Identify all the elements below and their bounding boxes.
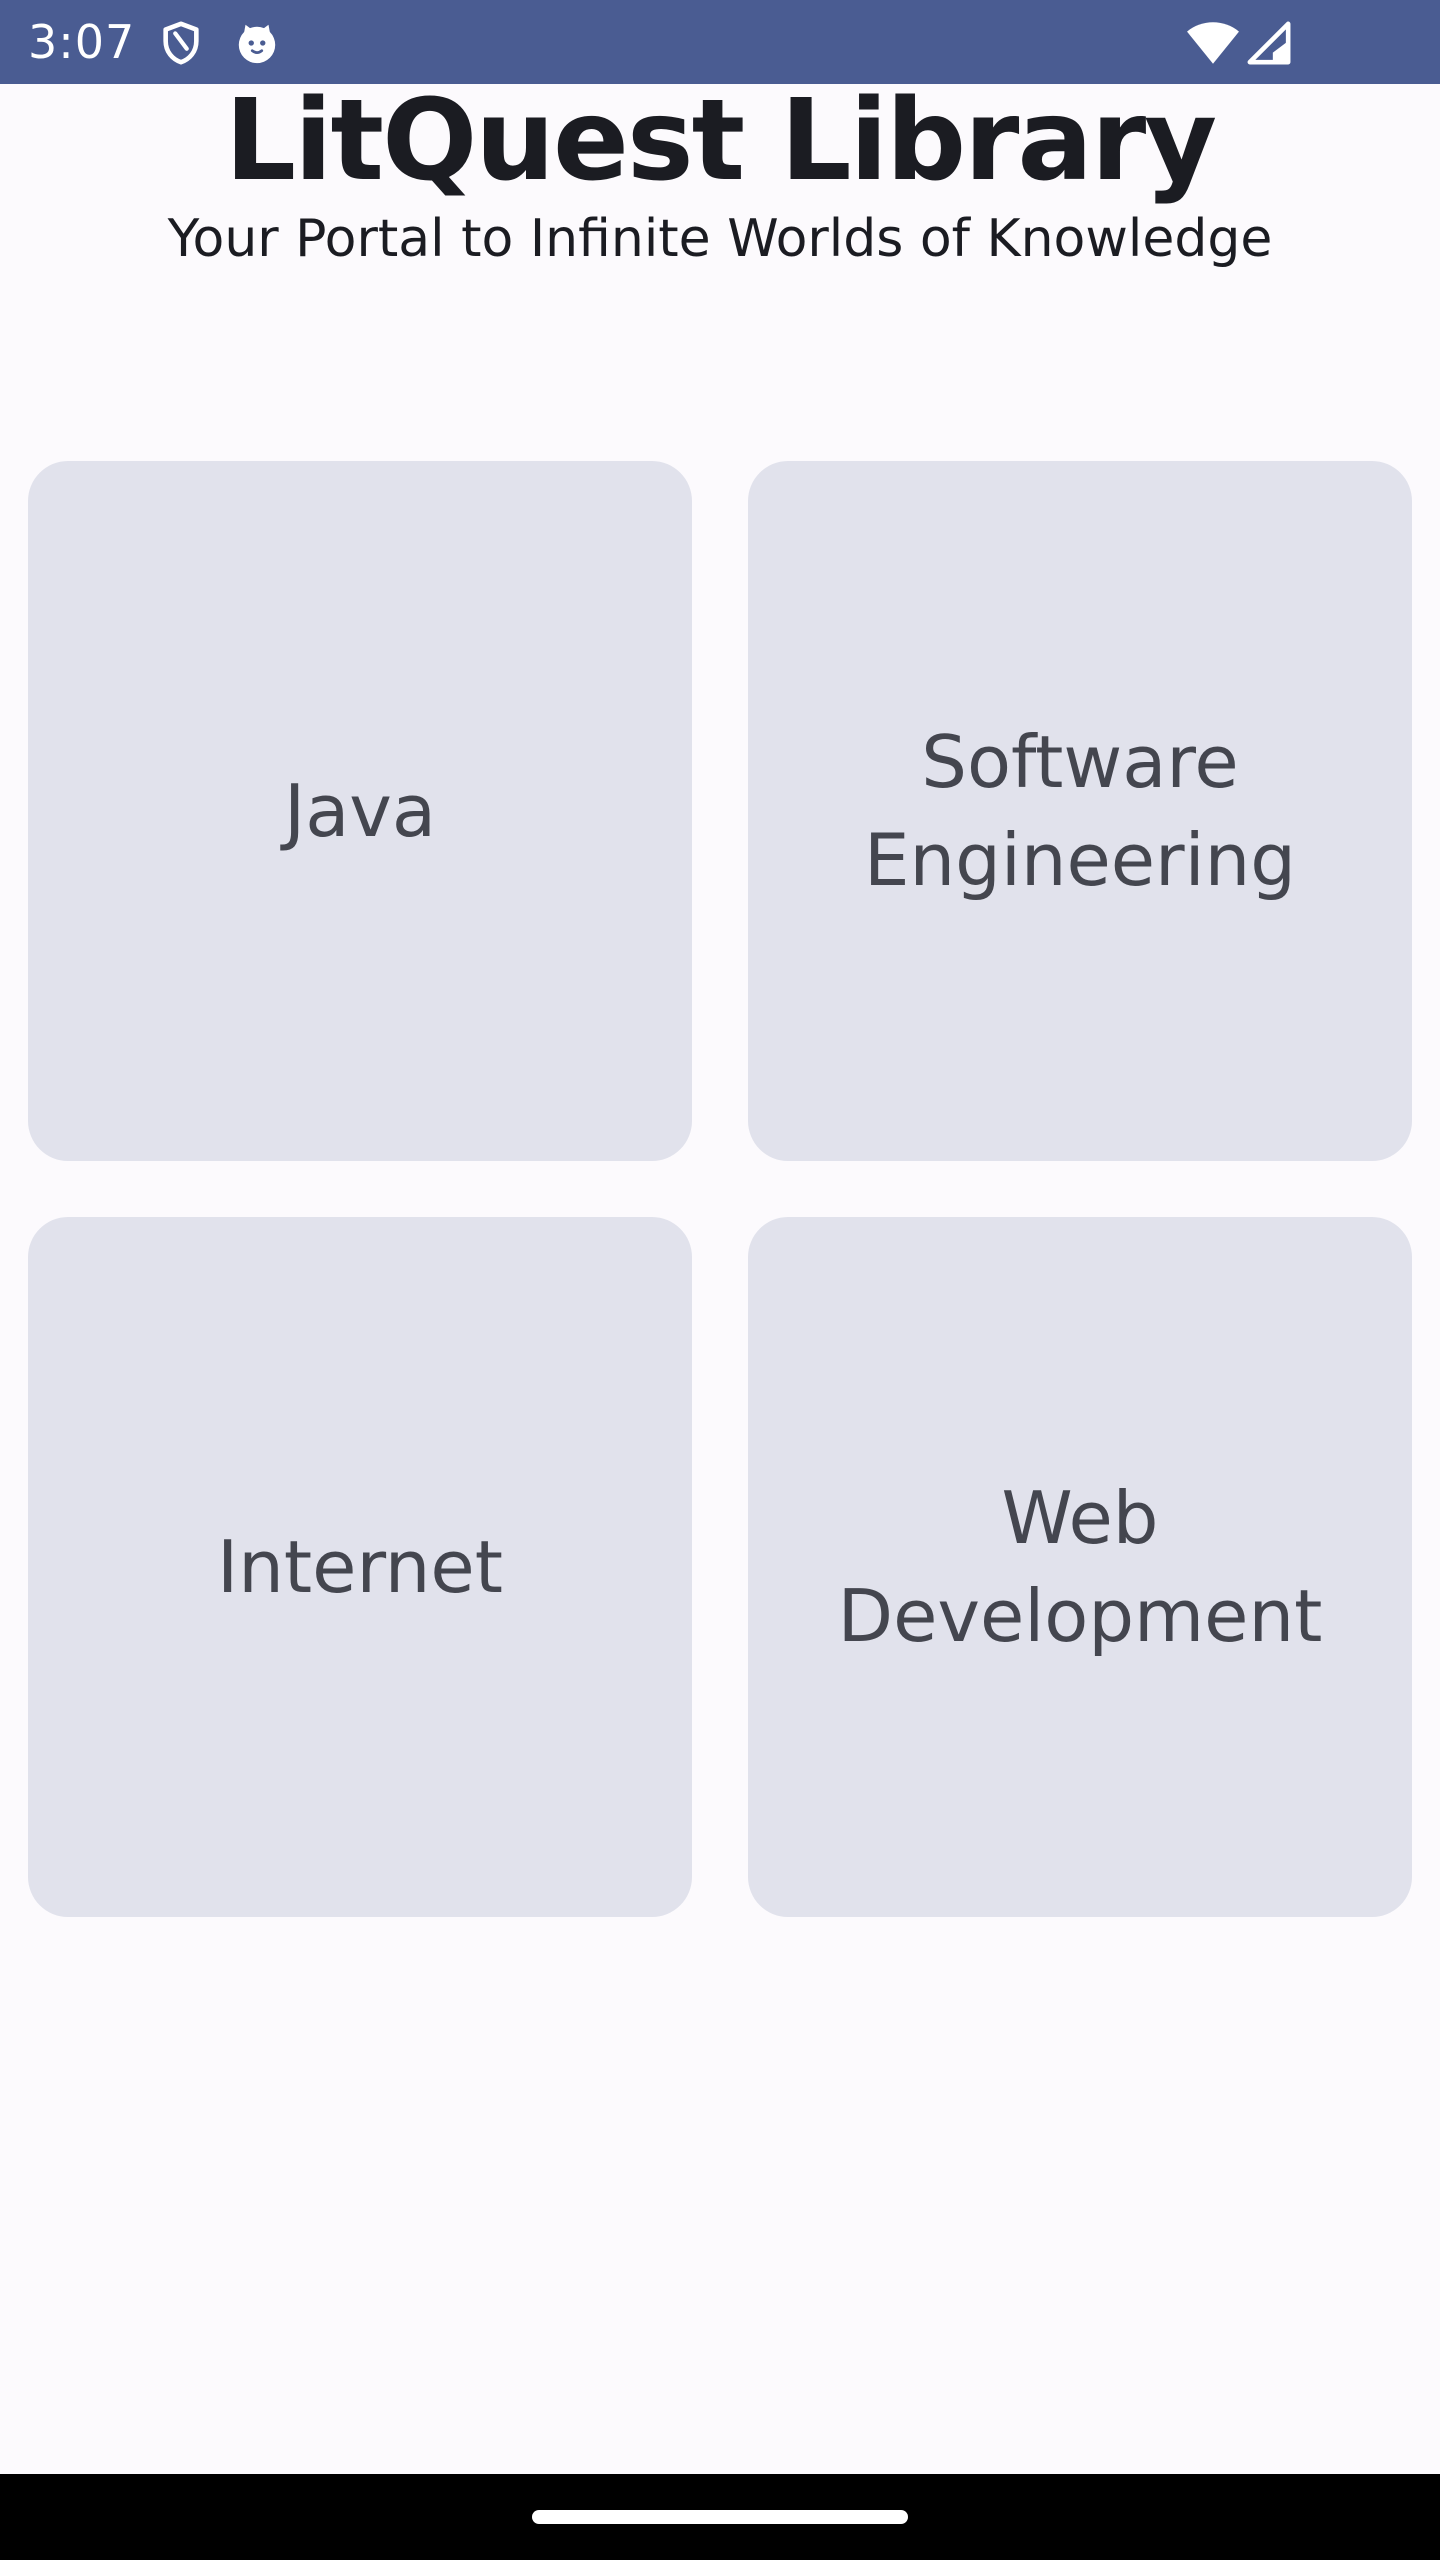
navigation-bar — [0, 2474, 1440, 2560]
category-card-internet[interactable]: Internet — [28, 1217, 692, 1917]
page-title: LitQuest Library — [224, 76, 1217, 206]
page-subtitle: Your Portal to Infinite Worlds of Knowle… — [167, 209, 1273, 269]
category-card-java[interactable]: Java — [28, 461, 692, 1161]
category-label: Internet — [217, 1525, 503, 1609]
shield-icon — [158, 20, 204, 66]
status-time: 3:07 — [28, 15, 136, 69]
category-grid: Java Software Engineering Internet Web D… — [28, 461, 1412, 1917]
category-card-software-engineering[interactable]: Software Engineering — [748, 461, 1412, 1161]
cat-face-icon — [234, 20, 280, 66]
category-label: Software Engineering — [864, 720, 1296, 902]
cellular-signal-icon — [1246, 20, 1292, 66]
category-label: Web Development — [837, 1476, 1323, 1658]
category-label: Java — [283, 769, 437, 853]
category-card-web-development[interactable]: Web Development — [748, 1217, 1412, 1917]
home-gesture-handle[interactable] — [532, 2510, 908, 2524]
wifi-icon — [1186, 20, 1240, 66]
status-bar: 3:07 — [0, 0, 1440, 84]
